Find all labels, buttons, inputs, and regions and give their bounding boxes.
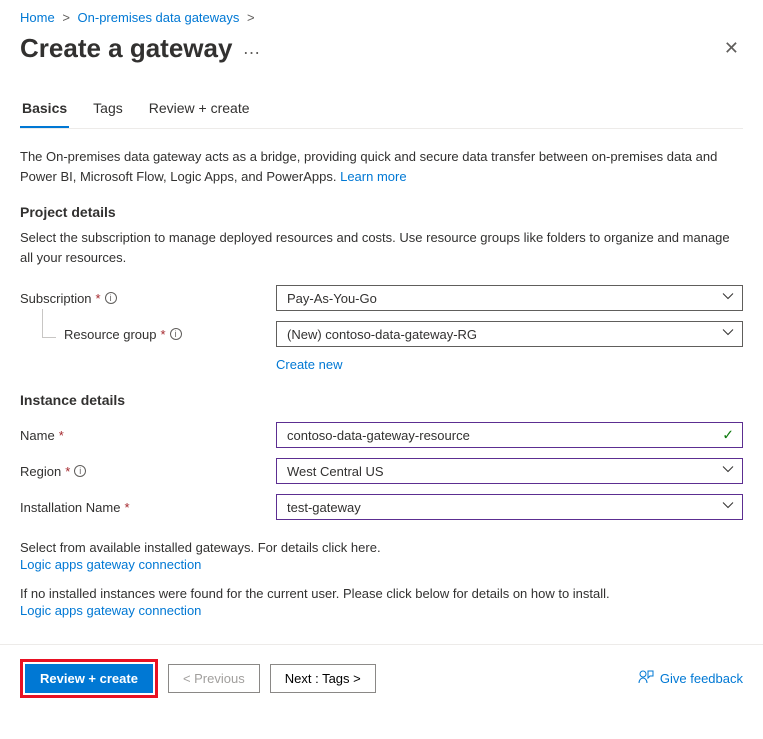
region-select[interactable]: West Central US xyxy=(276,458,743,484)
close-icon[interactable]: ✕ xyxy=(720,34,743,63)
required-icon: * xyxy=(124,500,129,515)
install-help-1: Select from available installed gateways… xyxy=(20,540,743,555)
breadcrumb: Home > On-premises data gateways > xyxy=(20,10,743,25)
next-button[interactable]: Next : Tags > xyxy=(270,664,376,693)
instance-details-heading: Instance details xyxy=(20,392,743,408)
more-actions-icon[interactable]: … xyxy=(242,38,262,59)
info-icon[interactable]: i xyxy=(170,328,182,340)
feedback-icon xyxy=(638,669,654,688)
resource-group-value: (New) contoso-data-gateway-RG xyxy=(287,327,477,342)
resource-group-label: Resource group xyxy=(64,327,157,342)
tab-tags[interactable]: Tags xyxy=(91,92,125,128)
check-icon: ✓ xyxy=(722,427,734,444)
region-value: West Central US xyxy=(287,464,384,479)
installation-name-select[interactable]: test-gateway xyxy=(276,494,743,520)
required-icon: * xyxy=(59,428,64,443)
tab-basics[interactable]: Basics xyxy=(20,92,69,128)
chevron-down-icon xyxy=(722,291,734,306)
required-icon: * xyxy=(96,291,101,306)
project-details-heading: Project details xyxy=(20,204,743,220)
resource-group-select[interactable]: (New) contoso-data-gateway-RG xyxy=(276,321,743,347)
learn-more-link[interactable]: Learn more xyxy=(340,169,406,184)
give-feedback-link[interactable]: Give feedback xyxy=(638,669,743,688)
subscription-label: Subscription xyxy=(20,291,92,306)
give-feedback-label: Give feedback xyxy=(660,671,743,686)
info-icon[interactable]: i xyxy=(105,292,117,304)
name-label: Name xyxy=(20,428,55,443)
name-value: contoso-data-gateway-resource xyxy=(287,428,470,443)
region-label: Region xyxy=(20,464,61,479)
previous-button[interactable]: < Previous xyxy=(168,664,260,693)
chevron-down-icon xyxy=(722,464,734,479)
tab-review[interactable]: Review + create xyxy=(147,92,252,128)
subscription-select[interactable]: Pay-As-You-Go xyxy=(276,285,743,311)
installation-name-label: Installation Name xyxy=(20,500,120,515)
chevron-down-icon xyxy=(722,500,734,515)
breadcrumb-sep: > xyxy=(62,10,70,25)
footer: Review + create < Previous Next : Tags >… xyxy=(0,644,763,712)
name-input[interactable]: contoso-data-gateway-resource ✓ xyxy=(276,422,743,448)
breadcrumb-gateways[interactable]: On-premises data gateways xyxy=(78,10,240,25)
project-details-desc: Select the subscription to manage deploy… xyxy=(20,228,743,267)
highlight-marker: Review + create xyxy=(20,659,158,698)
create-new-link[interactable]: Create new xyxy=(276,357,342,372)
install-help-2: If no installed instances were found for… xyxy=(20,586,743,601)
installation-name-value: test-gateway xyxy=(287,500,361,515)
breadcrumb-sep2: > xyxy=(247,10,255,25)
review-create-button[interactable]: Review + create xyxy=(25,664,153,693)
subscription-value: Pay-As-You-Go xyxy=(287,291,377,306)
gateway-connection-link-1[interactable]: Logic apps gateway connection xyxy=(20,557,201,572)
intro-text: The On-premises data gateway acts as a b… xyxy=(20,147,743,186)
info-icon[interactable]: i xyxy=(74,465,86,477)
page-title: Create a gateway xyxy=(20,33,232,64)
chevron-down-icon xyxy=(722,327,734,342)
tabs: Basics Tags Review + create xyxy=(20,92,743,129)
required-icon: * xyxy=(161,327,166,342)
required-icon: * xyxy=(65,464,70,479)
breadcrumb-home[interactable]: Home xyxy=(20,10,55,25)
gateway-connection-link-2[interactable]: Logic apps gateway connection xyxy=(20,603,201,618)
